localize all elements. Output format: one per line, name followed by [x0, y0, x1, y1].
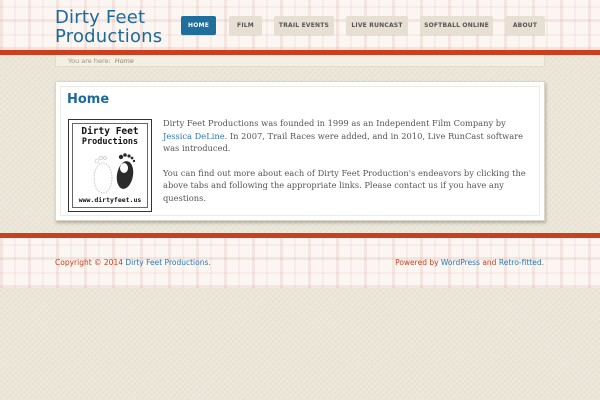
- company-logo: Dirty Feet Productions www.dirtyfeet.us: [68, 119, 152, 212]
- footer-home-link[interactable]: Dirty Feet Productions: [125, 258, 208, 267]
- copyright-prefix: Copyright © 2014: [55, 258, 126, 267]
- logo-url: www.dirtyfeet.us: [78, 196, 142, 204]
- footprints-icon: [93, 153, 136, 194]
- page-title: Home: [67, 92, 110, 107]
- breadcrumb: You are here: Home: [55, 55, 545, 67]
- powered-prefix: Powered by: [395, 258, 441, 267]
- main-nav: Home Film Trail Events Live RunCast Soft…: [0, 16, 600, 36]
- nav-about[interactable]: About: [505, 16, 545, 35]
- nav-softball-online[interactable]: Softball Online: [420, 16, 493, 35]
- wordpress-link[interactable]: WordPress: [441, 258, 480, 267]
- logo-text-line-2: Productions: [81, 137, 139, 147]
- retro-fitted-link[interactable]: Retro-fitted: [499, 258, 542, 267]
- intro-text: Dirty Feet Productions was founded in 19…: [163, 117, 535, 216]
- breadcrumb-prefix: You are here:: [68, 56, 111, 65]
- nav-trail-events[interactable]: Trail Events: [274, 16, 334, 35]
- nav-film[interactable]: Film: [229, 16, 262, 35]
- intro-text-part: Dirty Feet Productions was founded in 19…: [163, 118, 506, 128]
- intro-paragraph-2: You can find out more about each of Dirt…: [163, 167, 526, 203]
- intro-paragraph-1: Dirty Feet Productions was founded in 19…: [163, 117, 535, 155]
- copyright-suffix: .: [208, 258, 211, 267]
- copyright: Copyright © 2014 Dirty Feet Productions.: [55, 258, 211, 267]
- breadcrumb-current: Home: [114, 56, 134, 65]
- powered-suffix: .: [541, 258, 544, 267]
- site-header: Dirty Feet Productions Home Film Trail E…: [0, 0, 600, 50]
- content-panel: Home Dirty Feet Productions www.dirtyfee…: [55, 81, 545, 221]
- site-footer: Copyright © 2014 Dirty Feet Productions.…: [0, 238, 600, 288]
- jessica-deline-link[interactable]: Jessica DeLine: [163, 131, 225, 141]
- logo-text-line-1: Dirty Feet: [81, 126, 139, 137]
- powered-by: Powered by WordPress and Retro-fitted.: [395, 258, 544, 267]
- page-background: [0, 288, 600, 400]
- powered-and: and: [479, 258, 499, 267]
- nav-home[interactable]: Home: [181, 16, 216, 35]
- nav-live-runcast[interactable]: Live RunCast: [346, 16, 408, 35]
